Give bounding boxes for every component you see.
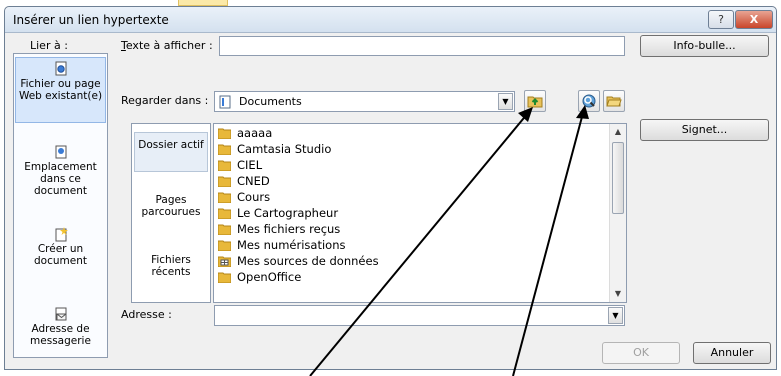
annotation-arrows <box>309 105 589 376</box>
arrowhead-up-folder <box>518 107 533 122</box>
arrow-line-browse-web <box>512 112 584 376</box>
arrow-line-up-folder <box>309 112 529 376</box>
arrowhead-browse-web <box>576 105 589 119</box>
